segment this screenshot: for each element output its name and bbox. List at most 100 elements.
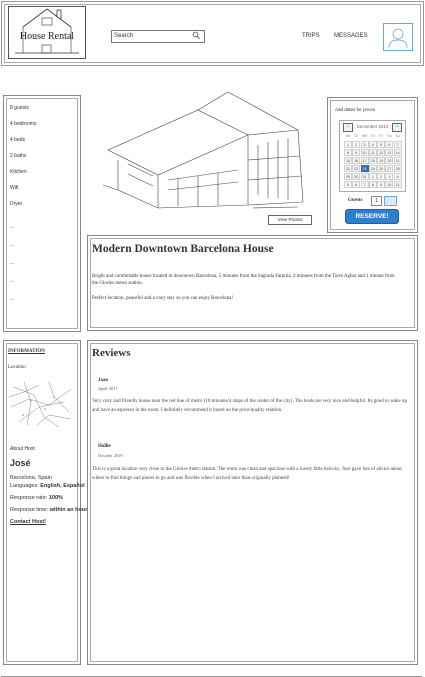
calendar-week-row: 8 9 10 11 12 13 14	[344, 149, 402, 157]
amenities-panel: 8 guests 4 bedrooms 4 beds 2 baths Kitch…	[3, 95, 81, 332]
calendar-day[interactable]: 15	[344, 157, 352, 164]
header-divider	[1, 65, 422, 66]
calendar-day[interactable]: 10	[385, 181, 394, 188]
calendar-day[interactable]: 6	[352, 181, 361, 188]
amenity-bedrooms: 4 bedrooms	[10, 121, 37, 127]
calendar-next-button[interactable]: >	[392, 123, 402, 132]
calendar-day[interactable]: 14	[393, 149, 402, 156]
review-date: October 2019	[98, 453, 123, 458]
information-title: INFORMATION	[8, 349, 45, 354]
guests-input[interactable]: 1	[371, 196, 382, 206]
search-icon[interactable]	[192, 31, 200, 40]
calendar-day[interactable]: 28	[393, 165, 402, 172]
calendar-day[interactable]: 17	[360, 157, 369, 164]
calendar-day[interactable]: 2	[352, 141, 361, 148]
weekday-label: Tu	[354, 134, 359, 138]
calendar-day[interactable]: 11	[368, 149, 377, 156]
logo-text: House Rental	[19, 31, 75, 42]
calendar-day[interactable]: 1	[368, 173, 377, 180]
calendar-day[interactable]: 4	[393, 173, 402, 180]
calendar-week-row: 29 30 31 1 2 3 4	[344, 173, 402, 181]
weekday-label: Fr	[379, 134, 383, 138]
user-icon	[388, 28, 408, 49]
location-label: Location	[8, 365, 26, 370]
logo[interactable]: House Rental	[8, 6, 86, 59]
languages-value: English, Español	[40, 483, 85, 489]
calendar-day[interactable]: 18	[368, 157, 377, 164]
calendar-day[interactable]: 3	[385, 173, 394, 180]
calendar-week-row: 5 6 7 8 9 10 11	[344, 181, 402, 189]
property-tagline: Perfect location, peaceful and a cozy st…	[92, 296, 234, 301]
response-rate-label: Response rate:	[10, 495, 48, 501]
calendar-day[interactable]: 21	[393, 157, 402, 164]
calendar-day[interactable]: 8	[344, 149, 352, 156]
review-text: This is a great location very close to t…	[92, 467, 402, 481]
calendar-weekday-row: Mo Tu We Th Fr Sa Su	[344, 133, 402, 141]
calendar-day[interactable]: 5	[377, 141, 386, 148]
host-response-rate: Response rate: 100%	[10, 495, 63, 501]
location-map[interactable]	[8, 377, 73, 429]
amenity-more: ...	[10, 278, 15, 284]
calendar-day[interactable]: 2	[377, 173, 386, 180]
view-photos-button[interactable]: View Photos	[268, 215, 312, 225]
calendar-day[interactable]: 1	[344, 141, 352, 148]
weekday-label: Sa	[387, 134, 392, 138]
calendar-day[interactable]: 4	[368, 141, 377, 148]
calendar-day[interactable]: 29	[344, 173, 352, 180]
calendar-day[interactable]: 31	[360, 173, 369, 180]
search-input[interactable]: Search	[111, 30, 205, 43]
reviews-panel	[87, 340, 418, 665]
calendar-day[interactable]: 5	[344, 181, 352, 188]
calendar-day[interactable]: 16	[352, 157, 361, 164]
calendar-day[interactable]: 7	[360, 181, 369, 188]
calendar-day[interactable]: 25	[368, 165, 377, 172]
property-description: Bright and comfortable house located in …	[92, 274, 395, 286]
amenity-more: ...	[10, 296, 15, 302]
amenity-baths: 2 baths	[10, 153, 27, 159]
map-image	[8, 381, 72, 428]
about-host-label: About Host	[10, 446, 35, 452]
calendar-day[interactable]: 3	[360, 141, 369, 148]
calendar-day[interactable]: 20	[385, 157, 394, 164]
weekday-label: Mo	[345, 134, 351, 138]
calendar-day[interactable]: 8	[368, 181, 377, 188]
calendar-day[interactable]: 9	[352, 149, 361, 156]
calendar-day[interactable]: 26	[377, 165, 386, 172]
weekday-label: Su	[395, 134, 400, 138]
calendar-day[interactable]: 19	[377, 157, 386, 164]
guests-stepper-button[interactable]	[384, 196, 397, 206]
host-name: José	[10, 458, 31, 468]
calendar-day[interactable]: 7	[393, 141, 402, 148]
host-languages: Languages: English, Español	[10, 483, 85, 489]
calendar-week-row: 22 23 24 25 26 27 28	[344, 165, 402, 173]
calendar-grid: Mo Tu We Th Fr Sa Su 1 2 3 4 5 6 7 8 9 10 11 12 13 14…	[344, 133, 402, 189]
review-author: Joao	[98, 378, 108, 383]
house-photo[interactable]	[98, 90, 308, 215]
calendar-day[interactable]: 27	[385, 165, 394, 172]
amenity-more: ...	[10, 242, 15, 248]
review-author: Hollie	[98, 444, 111, 449]
response-time-label: Response time:	[10, 507, 49, 513]
add-dates-label: Add dates for prices	[335, 107, 376, 112]
calendar-day[interactable]: 24	[360, 165, 369, 172]
calendar-day[interactable]: 12	[377, 149, 386, 156]
calendar-week-row: 15 16 17 18 19 20 21	[344, 157, 402, 165]
calendar-day[interactable]: 30	[352, 173, 361, 180]
property-title: Modern Downtown Barcelona House	[92, 243, 274, 255]
response-rate-value: 100%	[48, 495, 63, 501]
contact-host-link[interactable]: Contact Host!	[10, 519, 46, 525]
calendar-day[interactable]: 23	[352, 165, 361, 172]
nav-messages[interactable]: MESSAGES	[334, 33, 368, 39]
amenity-more: ...	[10, 224, 15, 230]
amenity-dryer: Dryer	[10, 201, 23, 207]
calendar-day[interactable]: 10	[360, 149, 369, 156]
house-sketch-image	[102, 91, 304, 209]
nav-trips[interactable]: TRIPS	[302, 33, 320, 39]
calendar-day[interactable]: 13	[385, 149, 394, 156]
calendar-day[interactable]: 6	[385, 141, 394, 148]
calendar-day[interactable]: 22	[344, 165, 352, 172]
reserve-button[interactable]: RESERVE!	[345, 209, 399, 224]
user-avatar[interactable]	[383, 23, 413, 51]
calendar-day[interactable]: 9	[377, 181, 386, 188]
calendar-day[interactable]: 11	[393, 181, 402, 188]
